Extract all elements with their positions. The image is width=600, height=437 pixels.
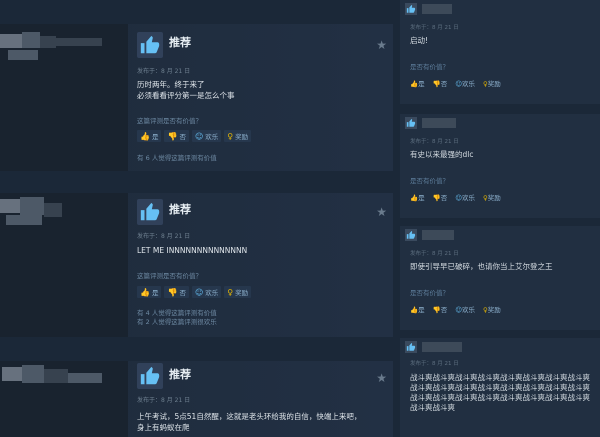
comment-text: 启动! [410,36,429,45]
thumbs-up-icon: 👍 [410,80,419,88]
comment-card: 发布于：8 月 21 日 有史以来最强的dlc 是否有价值？ 👍是 👎否 ☺欢乐… [400,114,600,218]
comment-card: 发布于：8 月 21 日 启动! 是否有价值？ 👍是 👎否 ☺欢乐 ♀奖励 [400,0,600,104]
recommend-label: 推荐 [169,203,191,216]
review-card: 推荐 ★ 发布于：8 月 21 日 上午考试，5点51自然醒，这就是老头环给我的… [0,361,393,437]
vote-yes-button[interactable]: 👍是 [410,78,425,88]
comment-card: 发布于：8 月 21 日 战斗爽战斗爽战斗爽战斗爽战斗爽战斗爽战斗爽战斗爽战斗爽… [400,338,600,437]
thumbs-up-icon: 👍 [140,131,150,141]
smile-icon: ☺ [455,306,462,314]
review-gap [0,337,393,361]
posted-date: 发布于：8 月 21 日 [137,68,191,75]
review-text: LET ME INNNNNNNNNNNNNN [137,246,248,255]
helpful-question: 这篇评测是否有价值？ [137,117,202,125]
vote-no-button[interactable]: 👎否 [433,192,448,202]
thumbs-up-icon [137,32,163,58]
thumbs-down-icon: 👎 [432,80,441,88]
thumbs-up-icon: 👍 [410,306,419,314]
thumbs-down-icon: 👎 [432,306,441,314]
vote-row: 👍是 👎否 ☺欢乐 ♀奖励 [410,192,501,202]
award-button[interactable]: ♀奖励 [224,130,252,142]
award-button[interactable]: ♀奖励 [483,192,501,202]
thumbs-down-icon: 👎 [432,194,441,202]
vote-funny-button[interactable]: ☺欢乐 [455,304,475,314]
smile-icon: ☺ [455,194,462,202]
smile-icon: ☺ [455,80,462,88]
vote-no-button[interactable]: 👎否 [164,286,189,298]
review-text: 历时两年。终于来了 必须看看评分第一是怎么个事 [137,80,235,100]
comment-text: 有史以来最强的dlc [410,150,474,159]
reviewer-avatar-area[interactable] [0,361,128,437]
award-icon: ♀ [227,287,234,297]
vote-yes-button[interactable]: 👍是 [137,286,162,298]
helpful-question: 这篇评测是否有价值？ [137,272,202,280]
vote-funny-button[interactable]: ☺欢乐 [455,78,475,88]
vote-row: 👍是 👎否 ☺欢乐 ♀奖励 [410,304,501,314]
review-card: 推荐 ★ 发布于：8 月 21 日 历时两年。终于来了 必须看看评分第一是怎么个… [0,24,393,171]
vote-row: 👍是 👎否 ☺欢乐 ♀奖励 [137,286,252,298]
recommend-label: 推荐 [169,368,191,381]
thumbs-up-icon: 👍 [140,287,150,297]
vote-yes-button[interactable]: 👍是 [410,192,425,202]
thumbs-up-icon: 👍 [410,194,419,202]
review-card: 推荐 ★ 发布于：8 月 21 日 LET ME INNNNNNNNNNNNNN… [0,193,393,337]
smile-icon: ☺ [194,287,204,297]
posted-date: 发布于：8 月 21 日 [410,251,459,257]
posted-date: 发布于：8 月 21 日 [410,139,459,145]
thumbs-down-icon: 👎 [167,131,178,141]
avatar[interactable] [405,3,417,15]
award-button[interactable]: ♀奖励 [483,304,501,314]
thumbs-up-icon [137,363,163,389]
review-text: 上午考试，5点51自然醒，这就是老头环给我的自信，快端上来吧， 身上有蚂蚁在爬 [137,412,362,432]
star-icon[interactable]: ★ [376,205,387,219]
smile-icon: ☺ [194,131,204,141]
helpful-question: 是否有价值？ [410,289,449,297]
posted-date: 发布于：8 月 21 日 [137,233,191,240]
review-gap [0,171,393,193]
avatar[interactable] [405,117,417,129]
vote-no-button[interactable]: 👎否 [433,304,448,314]
vote-yes-button[interactable]: 👍是 [137,130,162,142]
vote-no-button[interactable]: 👎否 [164,130,189,142]
award-icon: ♀ [227,131,234,141]
reviewer-avatar-area[interactable] [0,193,128,337]
award-button[interactable]: ♀奖励 [483,78,501,88]
vote-funny-button[interactable]: ☺欢乐 [191,130,222,142]
comment-text: 即使引导早已破碎，也请你当上艾尔登之王 [410,262,553,271]
vote-no-button[interactable]: 👎否 [433,78,448,88]
award-button[interactable]: ♀奖励 [224,286,252,298]
helpful-count: 有 4 人觉得这篇评测有价值 有 2 人觉得这篇评测很欢乐 [137,309,217,326]
vote-yes-button[interactable]: 👍是 [410,304,425,314]
comment-card: 发布于：8 月 21 日 即使引导早已破碎，也请你当上艾尔登之王 是否有价值？ … [400,226,600,330]
avatar[interactable] [405,229,417,241]
helpful-question: 是否有价值？ [410,177,449,185]
vote-funny-button[interactable]: ☺欢乐 [455,192,475,202]
posted-date: 发布于：8 月 21 日 [137,397,191,404]
vote-row: 👍是 👎否 ☺欢乐 ♀奖励 [137,130,252,142]
helpful-count: 有 6 人觉得这篇评测有价值 [137,154,217,162]
posted-date: 发布于：8 月 21 日 [410,25,459,31]
reviewer-avatar-area[interactable] [0,24,128,171]
recommend-label: 推荐 [169,36,191,49]
helpful-question: 是否有价值？ [410,63,449,71]
thumbs-down-icon: 👎 [167,287,178,297]
vote-funny-button[interactable]: ☺欢乐 [191,286,222,298]
comment-text: 战斗爽战斗爽战斗爽战斗爽战斗爽战斗爽战斗爽战斗爽战斗爽战斗爽战斗爽战斗爽战斗爽战… [410,373,590,412]
thumbs-up-icon [137,199,163,225]
top-gap [0,0,393,24]
vote-row: 👍是 👎否 ☺欢乐 ♀奖励 [410,78,501,88]
posted-date: 发布于：8 月 21 日 [410,361,459,367]
star-icon[interactable]: ★ [376,38,387,52]
avatar[interactable] [405,341,417,353]
star-icon[interactable]: ★ [376,371,387,385]
